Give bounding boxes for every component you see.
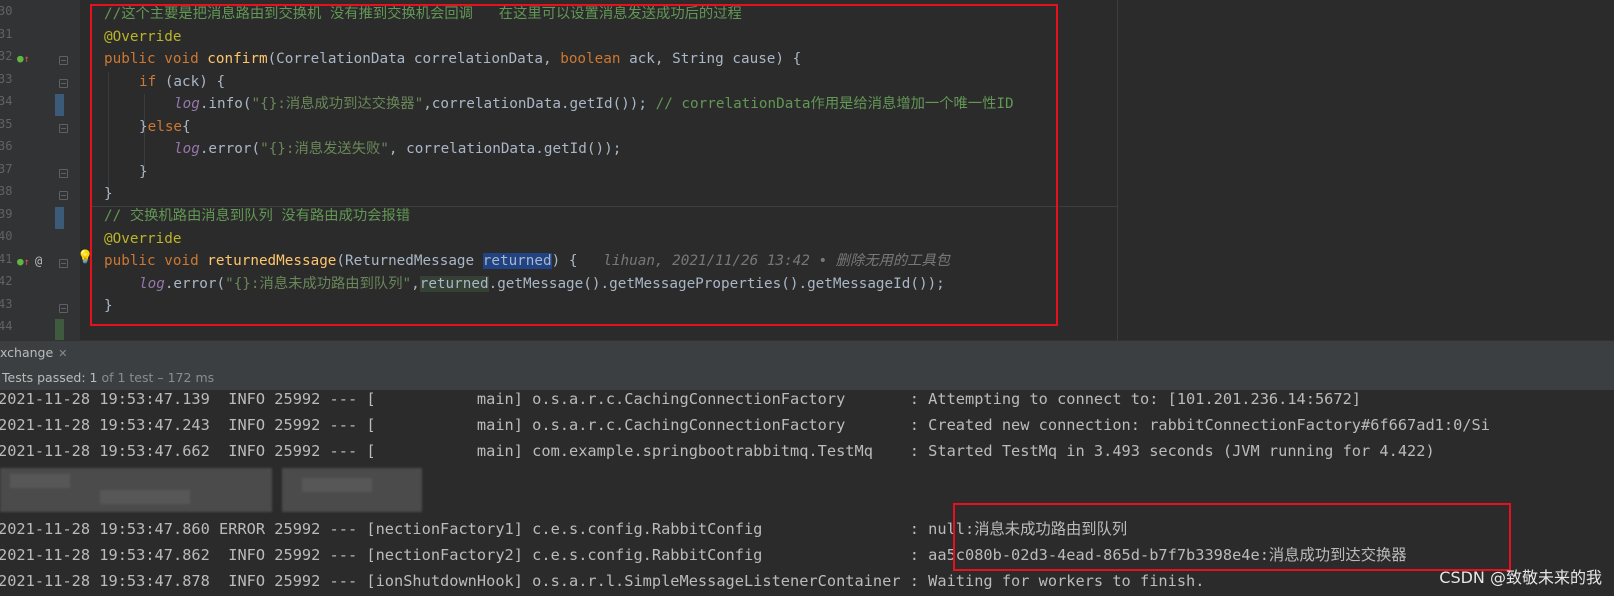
tests-status: Tests passed: 1 of 1 test – 172 ms [2,370,215,385]
close-icon[interactable]: ✕ [58,347,67,360]
fold-icon[interactable] [59,56,68,65]
line-number: 32 [0,49,13,63]
fold-icon[interactable] [59,169,68,178]
line-number: 37 [0,162,13,176]
right-margin-guide [1117,0,1118,344]
line-number: 41 [0,252,13,266]
console-output[interactable]: 2021-11-28 19:53:47.139 INFO 25992 --- [… [0,390,1614,596]
vcs-change-marker[interactable] [55,94,64,116]
fold-icon[interactable] [59,124,68,133]
run-tab-bar: xchange ✕ [0,340,1614,365]
line-number: 40 [0,229,13,243]
fold-icon[interactable] [59,79,68,88]
redacted-area [0,468,272,512]
line-number: 39 [0,207,13,221]
line-number: 43 [0,297,13,311]
line-number: 34 [0,94,13,108]
editor-gutter: 30 31 32 33 34 35 36 37 38 39 40 41 42 4… [0,0,93,344]
fold-icon[interactable] [59,259,68,268]
highlight-box-code [90,4,1058,326]
line-number: 36 [0,139,13,153]
line-number: 30 [0,4,13,18]
redacted-area [282,468,422,512]
implemented-method-icon[interactable]: ●↑ [17,52,30,65]
test-status-bar: Tests passed: 1 of 1 test – 172 ms [0,365,1614,391]
console-line: 2021-11-28 19:53:47.878 INFO 25992 --- [… [0,572,1205,590]
at-icon[interactable]: @ [35,254,42,268]
line-number: 38 [0,184,13,198]
vcs-change-marker[interactable] [55,207,64,229]
highlight-box-console [953,503,1511,571]
line-number: 42 [0,274,13,288]
console-line: 2021-11-28 19:53:47.139 INFO 25992 --- [… [0,390,1362,408]
implemented-method-icon[interactable]: ●↑ [17,255,30,268]
line-number: 35 [0,117,13,131]
vcs-added-marker[interactable] [55,319,64,341]
code-editor[interactable]: 30 31 32 33 34 35 36 37 38 39 40 41 42 4… [0,0,1614,344]
line-number: 33 [0,72,13,86]
run-tab[interactable]: xchange ✕ [0,341,67,365]
console-line: 2021-11-28 19:53:47.243 INFO 25992 --- [… [0,416,1490,434]
line-number: 31 [0,27,13,41]
console-line: 2021-11-28 19:53:47.662 INFO 25992 --- [… [0,442,1435,460]
line-number: 44 [0,319,13,333]
watermark: CSDN @致敬未来的我 [1439,568,1602,587]
fold-icon[interactable] [59,304,68,313]
fold-icon[interactable] [59,191,68,200]
